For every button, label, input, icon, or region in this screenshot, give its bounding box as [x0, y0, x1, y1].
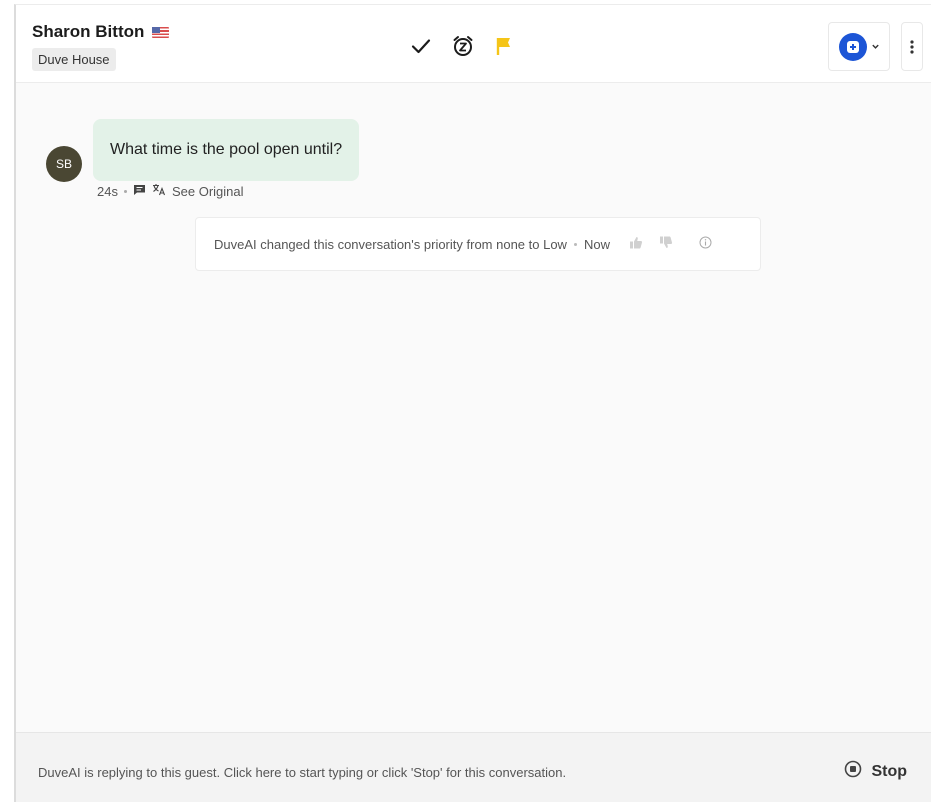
- stop-label: Stop: [871, 762, 907, 780]
- conversation-header: Sharon Bitton Duve House: [16, 5, 931, 83]
- translate-icon: [152, 183, 166, 199]
- us-flag-icon: [152, 26, 170, 38]
- chevron-down-icon: [871, 38, 880, 56]
- stop-ai-button[interactable]: Stop: [844, 760, 907, 783]
- conversation-panel: Sharon Bitton Duve House SB What time is…: [14, 4, 931, 802]
- feedback-icons: [629, 236, 712, 252]
- resolve-check-icon[interactable]: [408, 33, 434, 59]
- separator-dot: [123, 189, 127, 193]
- guest-avatar: SB: [46, 146, 82, 182]
- thumbs-down-icon[interactable]: [659, 236, 673, 252]
- priority-flag-icon[interactable]: [492, 33, 518, 59]
- assign-dropdown-button[interactable]: [828, 22, 890, 71]
- property-badge[interactable]: Duve House: [32, 48, 116, 71]
- message-time: 24s: [97, 183, 118, 199]
- message-channel-icon: [133, 184, 146, 199]
- reply-footer: DuveAI is replying to this guest. Click …: [16, 732, 931, 802]
- message-meta: 24s See Original: [97, 183, 244, 199]
- kebab-menu-icon: [910, 39, 914, 54]
- ai-replying-notice[interactable]: DuveAI is replying to this guest. Click …: [38, 765, 566, 780]
- system-note-time: Now: [583, 236, 610, 252]
- assignee-avatar: [838, 32, 867, 61]
- separator-dot: [573, 242, 577, 246]
- system-note: DuveAI changed this conversation's prior…: [195, 217, 761, 271]
- info-icon[interactable]: [699, 236, 712, 252]
- header-actions: [408, 33, 518, 59]
- thumbs-up-icon[interactable]: [629, 236, 643, 252]
- snooze-alarm-icon[interactable]: [450, 33, 476, 59]
- more-options-button[interactable]: [901, 22, 923, 71]
- system-note-text: DuveAI changed this conversation's prior…: [214, 236, 567, 252]
- see-original-link[interactable]: See Original: [172, 184, 244, 199]
- stop-icon: [844, 760, 862, 783]
- guest-name-text: Sharon Bitton: [32, 22, 145, 41]
- guest-message-bubble: What time is the pool open until?: [93, 119, 360, 181]
- guest-name[interactable]: Sharon Bitton: [32, 22, 170, 42]
